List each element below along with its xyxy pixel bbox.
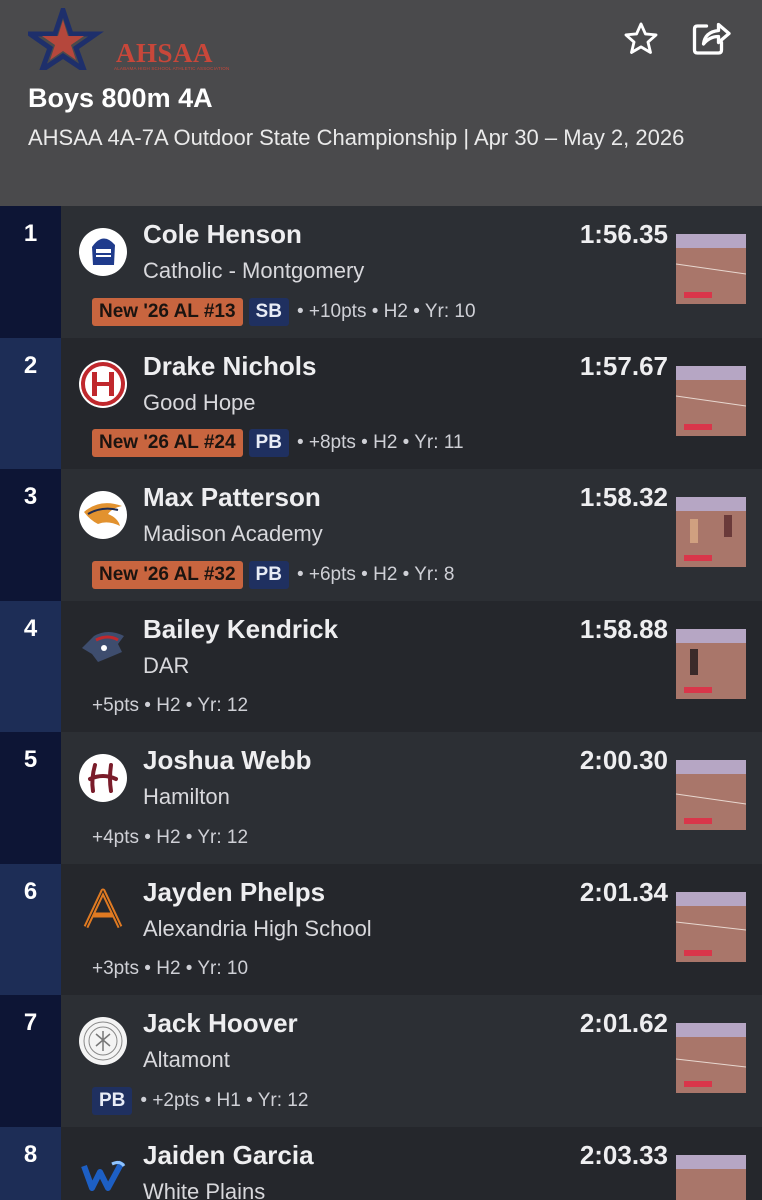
result-time: 2:01.34: [579, 876, 668, 907]
place-column: 4: [0, 600, 61, 732]
state-rank-badge[interactable]: New '26 AL #32: [92, 560, 243, 589]
result-row[interactable]: 7 Jack Hoover Altamont 2:01.62 PB • +2pt…: [0, 995, 762, 1127]
place-number: 7: [23, 1009, 38, 1036]
race-video-thumbnail[interactable]: [676, 365, 746, 436]
record-badge: PB: [92, 1086, 133, 1115]
place-column: 5: [0, 732, 61, 864]
place-column: 7: [0, 995, 61, 1127]
record-badge: PB: [248, 429, 289, 457]
result-details: PB • +2pts • H1 • Yr: 12: [92, 1086, 308, 1115]
result-time: 1:57.67: [579, 350, 668, 381]
result-row[interactable]: 8 Jaiden Garcia White Plains 2:03.33: [0, 1126, 762, 1200]
school-name[interactable]: DAR: [143, 653, 189, 679]
result-details: +5pts • H2 • Yr: 12: [92, 692, 248, 721]
place-number: 4: [23, 614, 38, 642]
race-video-thumbnail[interactable]: [676, 234, 746, 304]
school-name[interactable]: Madison Academy: [143, 521, 323, 547]
meet-subtitle: AHSAA 4A-7A Outdoor State Championship |…: [28, 125, 685, 150]
result-details: +4pts • H2 • Yr: 12: [92, 823, 248, 852]
athlete-name[interactable]: Jayden Phelps: [143, 877, 325, 908]
bronco-logo: [79, 491, 127, 539]
ahsaa-logo: AHSAA ALABAMA HIGH SCHOOL ATHLETIC ASSOC…: [28, 8, 229, 71]
details-text: +4pts • H2 • Yr: 12: [92, 826, 249, 848]
result-row[interactable]: 5 Joshua Webb Hamilton 2:00.30 +4pts • H…: [0, 732, 762, 864]
result-details: New '26 AL #13 SB • +10pts • H2 • Yr: 10: [92, 297, 476, 326]
athlete-name[interactable]: Drake Nichols: [143, 351, 316, 382]
logo-subtext: ALABAMA HIGH SCHOOL ATHLETIC ASSOCIATION: [114, 66, 230, 71]
result-time: 1:56.35: [579, 219, 668, 249]
place-number: 6: [23, 877, 38, 905]
app-header: AHSAA ALABAMA HIGH SCHOOL ATHLETIC ASSOC…: [0, 0, 762, 206]
school-name[interactable]: White Plains: [143, 1179, 265, 1200]
athlete-name[interactable]: Joshua Webb: [143, 745, 312, 776]
place-column: 3: [0, 469, 61, 601]
white-plains-logo: [81, 1160, 126, 1191]
athlete-name[interactable]: Cole Henson: [143, 219, 302, 250]
details-text: +3pts • H2 • Yr: 10: [92, 958, 249, 979]
details-text: • +2pts • H1 • Yr: 12: [140, 1089, 309, 1111]
details-text: +5pts • H2 • Yr: 12: [92, 695, 249, 716]
state-rank-badge[interactable]: New '26 AL #24: [92, 429, 243, 457]
athlete-name[interactable]: Max Patterson: [143, 482, 321, 513]
place-column: 1: [0, 206, 61, 338]
result-row[interactable]: 3 Max Patterson Madison Academy 1:58.32 …: [0, 469, 762, 601]
state-rank-badge[interactable]: New '26 AL #13: [92, 297, 243, 326]
race-video-thumbnail[interactable]: [676, 628, 746, 699]
details-text: • +10pts • H2 • Yr: 10: [296, 300, 476, 322]
result-time: 1:58.32: [579, 482, 668, 512]
place-number: 8: [23, 1140, 38, 1168]
good-hope-logo: [79, 359, 127, 408]
place-number: 1: [23, 220, 38, 247]
race-video-thumbnail[interactable]: [676, 1154, 746, 1200]
share-icon: [692, 22, 731, 55]
athlete-name[interactable]: Bailey Kendrick: [143, 614, 338, 645]
result-time: 1:58.88: [579, 613, 668, 644]
race-video-thumbnail[interactable]: [676, 891, 746, 962]
place-column: 8: [0, 1126, 61, 1200]
school-name[interactable]: Catholic - Montgomery: [143, 258, 364, 284]
athlete-name[interactable]: Jack Hoover: [143, 1008, 298, 1039]
share-button[interactable]: [690, 18, 732, 58]
result-details: New '26 AL #32 PB • +6pts • H2 • Yr: 8: [92, 560, 454, 589]
record-badge: PB: [248, 560, 289, 589]
result-row[interactable]: 4 Bailey Kendrick DAR 1:58.88 +5pts • H2…: [0, 600, 762, 732]
record-badge: SB: [248, 297, 289, 326]
athlete-name[interactable]: Jaiden Garcia: [143, 1140, 314, 1171]
hamilton-logo: [79, 754, 127, 802]
favorite-button[interactable]: [622, 20, 660, 58]
place-column: 6: [0, 863, 61, 995]
school-name[interactable]: Hamilton: [143, 784, 230, 810]
result-row[interactable]: 6 Jayden Phelps Alexandria High School 2…: [0, 863, 762, 995]
place-column: 2: [0, 337, 61, 469]
star-outline-icon: [624, 22, 658, 54]
place-number: 2: [23, 351, 38, 379]
school-name[interactable]: Alexandria High School: [143, 916, 372, 942]
result-row[interactable]: 1 Cole Henson Catholic - Montgomery 1:56…: [0, 206, 762, 338]
result-row[interactable]: 2 Drake Nichols Good Hope 1:57.67 New '2…: [0, 337, 762, 469]
result-time: 2:01.62: [579, 1008, 668, 1038]
catholic-knight-logo: [79, 228, 127, 276]
logo-text: AHSAA: [116, 38, 214, 68]
race-video-thumbnail[interactable]: [676, 1023, 746, 1093]
result-time: 2:00.30: [579, 745, 668, 775]
school-name[interactable]: Good Hope: [143, 390, 256, 416]
place-number: 5: [23, 746, 38, 773]
result-details: New '26 AL #24 PB • +8pts • H2 • Yr: 11: [92, 429, 464, 458]
race-video-thumbnail[interactable]: [676, 497, 746, 567]
event-title: Boys 800m 4A: [28, 83, 213, 113]
results-list: 1 Cole Henson Catholic - Montgomery 1:56…: [0, 206, 762, 1200]
altamont-seal-logo: [79, 1017, 127, 1065]
result-time: 2:03.33: [579, 1139, 668, 1170]
result-details: +3pts • H2 • Yr: 10: [92, 955, 248, 984]
place-number: 3: [23, 483, 38, 510]
patriot-logo: [82, 631, 124, 662]
details-text: • +6pts • H2 • Yr: 8: [296, 563, 455, 585]
school-name[interactable]: Altamont: [143, 1047, 230, 1073]
details-text: • +8pts • H2 • Yr: 11: [296, 432, 464, 453]
race-video-thumbnail[interactable]: [676, 760, 746, 830]
alexandria-logo: [83, 888, 123, 928]
